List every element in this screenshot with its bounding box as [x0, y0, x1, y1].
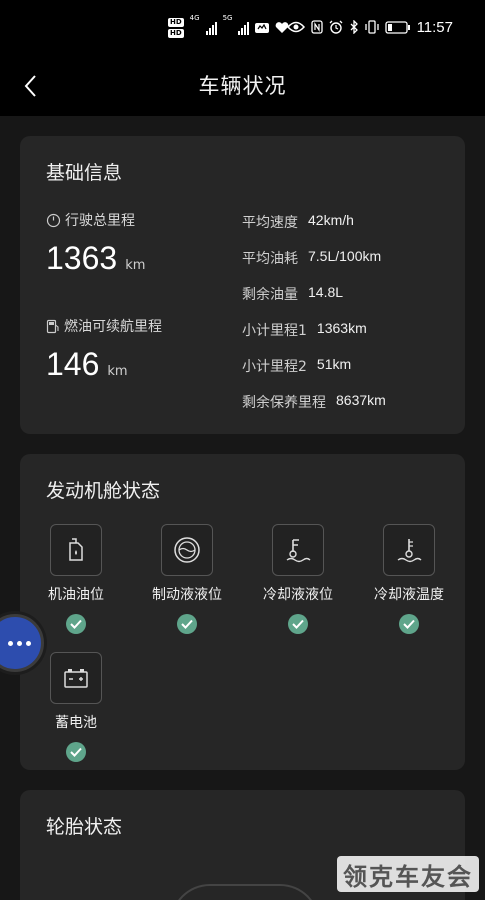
- engine-item-icon-box: [50, 652, 102, 704]
- fuel-range-text: 燃油可续航里程: [64, 319, 162, 335]
- check-icon: [399, 614, 419, 634]
- total-mileage-number: 1363: [46, 240, 118, 276]
- alarm-icon: [329, 20, 343, 34]
- check-icon: [66, 742, 86, 762]
- status-bar: HD HD 4G 5G 11:57: [0, 0, 485, 56]
- total-mileage-label: 行驶总里程: [46, 210, 135, 230]
- detail-row: 剩余保养里程 8637km: [242, 392, 386, 412]
- engine-item-coolant-temp[interactable]: 冷却液温度: [363, 524, 455, 634]
- eye-icon: [286, 21, 305, 33]
- engine-item-label: 机油油位: [48, 587, 104, 603]
- tire-status-title: 轮胎状态: [46, 816, 123, 838]
- detail-value: 51km: [316, 356, 352, 372]
- speedometer-icon: [46, 213, 61, 227]
- detail-key: 平均油耗: [242, 251, 298, 267]
- engine-item-icon-box: [161, 524, 213, 576]
- brake-fluid-icon: [174, 537, 200, 563]
- detail-key: 剩余油量: [242, 287, 298, 303]
- nfc-icon: [310, 20, 323, 34]
- check-icon: [177, 614, 197, 634]
- basic-info-title: 基础信息: [46, 162, 123, 184]
- clock: 11:57: [416, 18, 453, 36]
- battery-icon: [64, 669, 88, 688]
- network-label: 5G: [222, 14, 233, 22]
- fuel-range-unit: km: [107, 364, 128, 379]
- detail-row: 平均油耗 7.5L/100km: [242, 248, 381, 268]
- total-mileage-text: 行驶总里程: [65, 213, 135, 229]
- hd-badge: HD: [168, 29, 184, 38]
- hd-badge: HD: [168, 18, 184, 27]
- engine-item-icon-box: [383, 524, 435, 576]
- fuel-range-label: 燃油可续航里程: [46, 316, 162, 336]
- check-icon: [66, 614, 86, 634]
- check-icon: [288, 614, 308, 634]
- engine-item-battery[interactable]: 蓄电池: [30, 652, 122, 762]
- vibrate-icon: [364, 20, 379, 34]
- coolant-level-icon: [286, 539, 311, 563]
- network-label: 4G: [189, 14, 200, 22]
- detail-row: 剩余油量 14.8L: [242, 284, 343, 304]
- detail-row: 平均速度 42km/h: [242, 212, 354, 232]
- engine-item-label: 蓄电池: [55, 715, 97, 731]
- detail-key: 小计里程1: [242, 323, 307, 339]
- detail-key: 平均速度: [242, 215, 298, 231]
- notification-icon: [255, 23, 270, 33]
- engine-item-brake-fluid[interactable]: 制动液液位: [141, 524, 233, 634]
- engine-item-label: 制动液液位: [152, 587, 222, 603]
- detail-value: 1363km: [316, 320, 367, 336]
- signal-icon: [238, 21, 250, 35]
- battery-status-icon: [384, 20, 410, 34]
- total-mileage-value: 1363 km: [46, 240, 145, 277]
- watermark-logo: 领克车友会: [337, 856, 479, 892]
- fuel-range-number: 146: [46, 346, 100, 382]
- app-header: 车辆状况: [0, 56, 485, 116]
- detail-value: 14.8L: [308, 284, 344, 300]
- engine-item-coolant-level[interactable]: 冷却液液位: [252, 524, 344, 634]
- basic-info-card: 基础信息 行驶总里程 1363 km 燃油可续航里程 146 km 平均速度 4…: [20, 136, 465, 434]
- status-right: 11:57: [286, 16, 453, 38]
- fuel-pump-icon: [46, 319, 59, 333]
- engine-item-oil-level[interactable]: 机油油位: [30, 524, 122, 634]
- page-title: 车辆状况: [198, 74, 287, 98]
- engine-status-card: 发动机舱状态 机油油位 制动液液位 冷却液液位 冷却液温度 蓄电池: [20, 454, 465, 770]
- oil-can-icon: [69, 538, 83, 561]
- detail-value: 42km/h: [308, 212, 354, 228]
- bluetooth-icon: [350, 20, 358, 34]
- engine-item-label: 冷却液液位: [263, 587, 333, 603]
- hd-badges: HD HD: [168, 18, 184, 38]
- detail-key: 剩余保养里程: [242, 395, 326, 411]
- fuel-range-value: 146 km: [46, 346, 128, 383]
- status-left: HD HD 4G 5G: [168, 14, 289, 42]
- detail-row: 小计里程1 1363km: [242, 320, 367, 340]
- detail-value: 7.5L/100km: [308, 248, 382, 264]
- signal-icon: [205, 21, 217, 35]
- engine-item-label: 冷却液温度: [374, 587, 444, 603]
- engine-item-icon-box: [50, 524, 102, 576]
- detail-key: 小计里程2: [242, 359, 307, 375]
- detail-row: 小计里程2 51km: [242, 356, 351, 376]
- total-mileage-unit: km: [125, 258, 146, 273]
- engine-status-title: 发动机舱状态: [46, 480, 161, 502]
- engine-item-icon-box: [272, 524, 324, 576]
- detail-value: 8637km: [336, 392, 386, 408]
- coolant-temp-icon: [397, 539, 422, 563]
- more-dots-icon: [7, 640, 31, 646]
